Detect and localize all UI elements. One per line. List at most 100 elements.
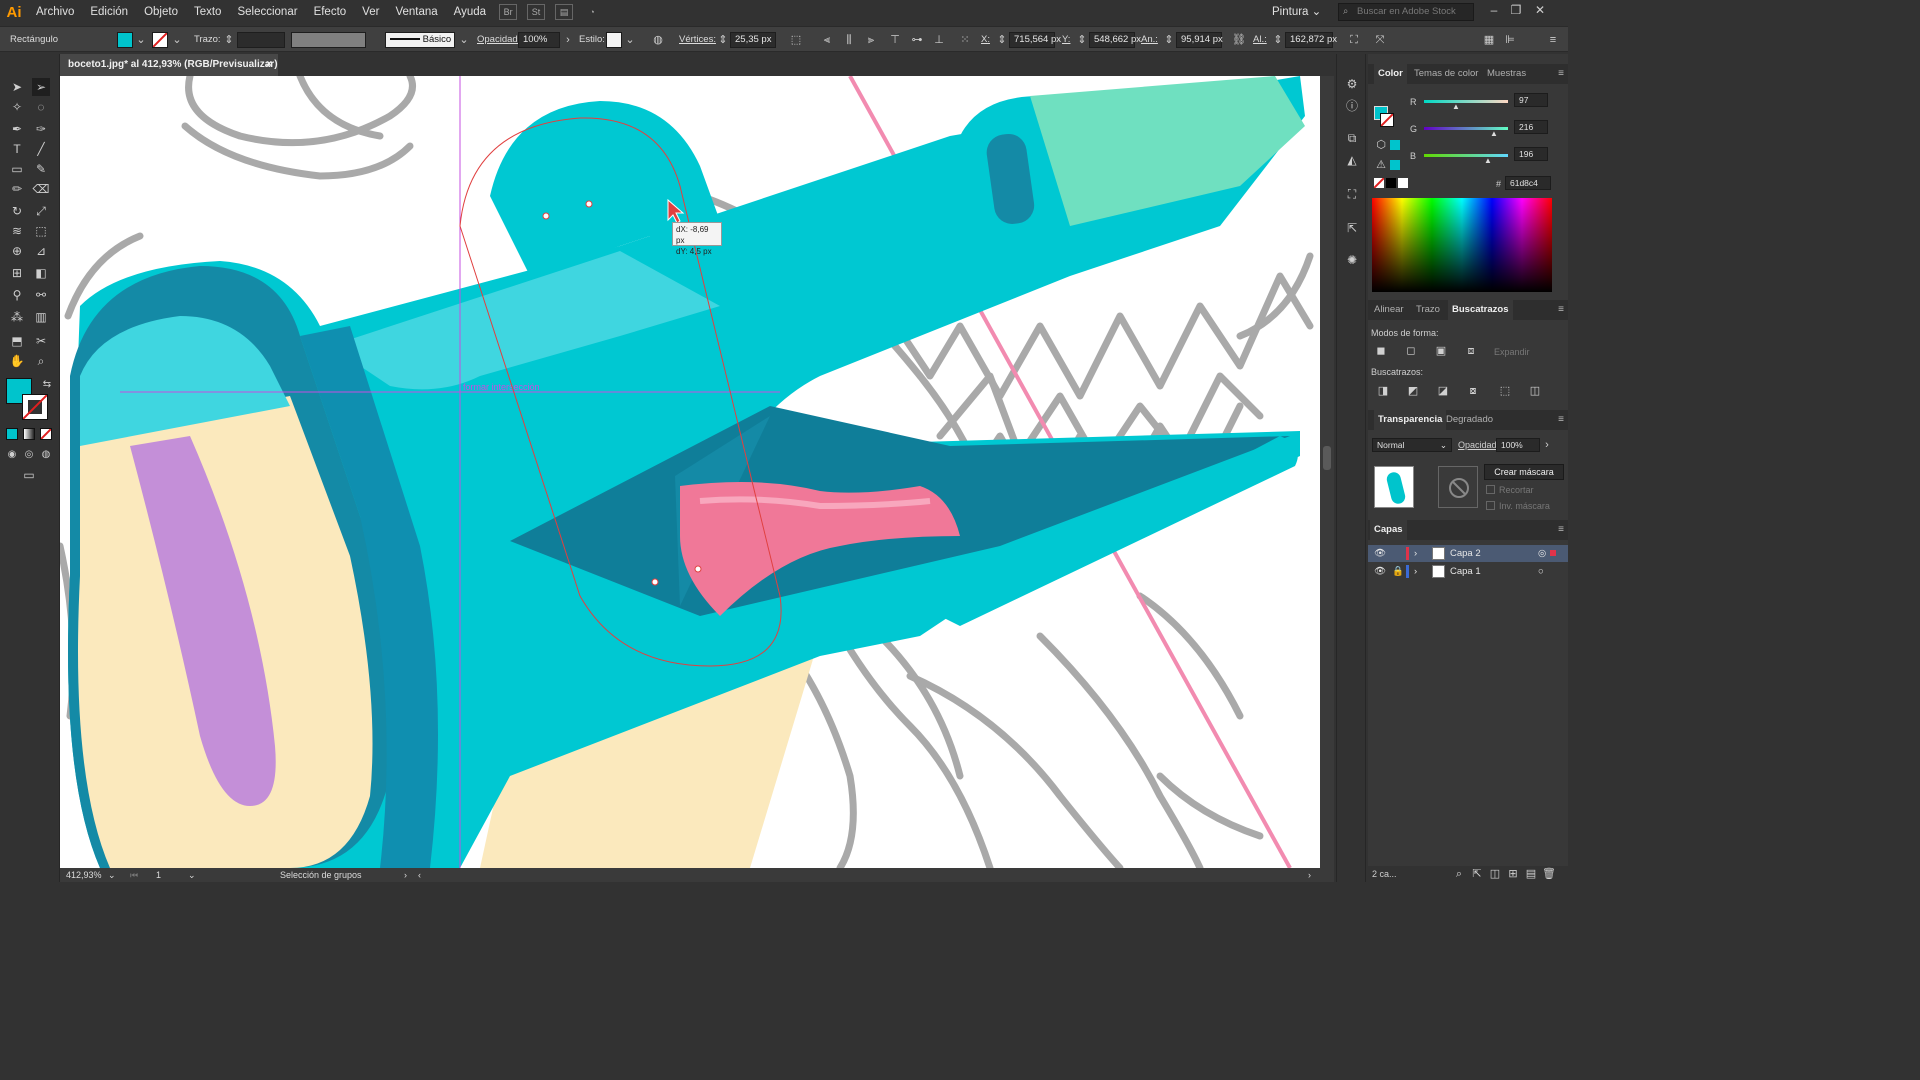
none-color-swatch[interactable]: [1373, 177, 1385, 189]
zoom-tool-icon[interactable]: ⌕: [32, 352, 50, 370]
line-tool-icon[interactable]: ╱: [32, 140, 50, 158]
artboard-canvas[interactable]: formar intersección dX: -8,69 px dY: 4,5…: [60, 76, 1320, 868]
stroke-weight-field[interactable]: [237, 32, 285, 48]
new-sublayer-icon[interactable]: ⊞: [1506, 867, 1520, 881]
stock-search-input[interactable]: ⌕ Buscar en Adobe Stock: [1338, 3, 1474, 21]
stroke-swatch[interactable]: [152, 32, 168, 48]
perspective-grid-icon[interactable]: ⊿: [32, 242, 50, 260]
reference-point-icon[interactable]: ⁙: [958, 33, 972, 47]
chevron-down-icon[interactable]: ⌄: [170, 33, 184, 47]
hex-value[interactable]: 61d8c4: [1505, 176, 1551, 190]
r-slider-thumb[interactable]: ▲: [1452, 102, 1460, 111]
menu-ver[interactable]: Ver: [354, 0, 387, 24]
symbol-sprayer-icon[interactable]: ⁂: [8, 308, 26, 326]
crop-icon[interactable]: ⧇: [1466, 384, 1480, 398]
appearance-icon[interactable]: ◭: [1344, 152, 1360, 168]
web-safe-swatch[interactable]: [1390, 140, 1400, 150]
opacity-field[interactable]: 100%: [518, 32, 560, 48]
chevron-down-icon[interactable]: ⌄: [108, 868, 116, 882]
width-tool-icon[interactable]: ≋: [8, 222, 26, 240]
divide-icon[interactable]: ◨: [1376, 384, 1390, 398]
height-label[interactable]: Al.:: [1253, 27, 1267, 53]
width-field[interactable]: 95,914 px: [1176, 32, 1223, 48]
vertices-label[interactable]: Vértices:: [679, 27, 716, 53]
target-icon[interactable]: ◎: [1538, 545, 1546, 562]
gpu-icon[interactable]: ◔: [583, 4, 601, 20]
chevron-down-icon[interactable]: ⌄: [623, 33, 637, 47]
vertices-field[interactable]: 25,35 px: [730, 32, 776, 48]
selection-tool-icon[interactable]: ➤: [8, 78, 26, 96]
close-icon[interactable]: ×: [266, 54, 272, 76]
warning-icon[interactable]: ⚠: [1374, 158, 1388, 172]
eye-icon[interactable]: 👁: [1374, 563, 1386, 580]
restore-button[interactable]: ❐: [1506, 0, 1526, 22]
slice-tool-icon[interactable]: ✂: [32, 332, 50, 350]
tab-swatches[interactable]: Muestras: [1487, 64, 1526, 84]
menu-edicion[interactable]: Edición: [82, 0, 136, 24]
panel-toggle-icon[interactable]: ⊫: [1503, 33, 1517, 47]
rectangle-tool-icon[interactable]: ▭: [8, 160, 26, 178]
color-spectrum[interactable]: [1372, 198, 1552, 292]
layer-name[interactable]: Capa 1: [1450, 563, 1481, 580]
first-artboard-icon[interactable]: ⏮: [130, 868, 138, 882]
anchor-point[interactable]: [585, 200, 593, 208]
transform-icon[interactable]: ⬚: [789, 33, 803, 47]
rotate-tool-icon[interactable]: ↻: [8, 202, 26, 220]
blend-tool-icon[interactable]: ⚯: [32, 286, 50, 304]
pen-tool-icon[interactable]: ✒: [8, 120, 26, 138]
brush-definition-field[interactable]: Básico: [385, 32, 455, 48]
blend-mode-select[interactable]: Normal ⌄: [1372, 438, 1452, 452]
chevron-left-icon[interactable]: ‹: [418, 868, 421, 882]
color-stroke-swatch[interactable]: [1380, 113, 1394, 127]
chevron-down-icon[interactable]: ⌄: [457, 33, 471, 47]
panel-menu-icon[interactable]: ≡: [1558, 300, 1564, 320]
transparency-opacity-label[interactable]: Opacidad:: [1458, 440, 1499, 450]
merge-icon[interactable]: ◪: [1436, 384, 1450, 398]
none-mode-icon[interactable]: [40, 428, 52, 440]
brushes-icon[interactable]: ✺: [1344, 252, 1360, 268]
object-thumbnail[interactable]: [1374, 466, 1414, 508]
draw-inside-icon[interactable]: ◍: [37, 446, 55, 464]
fill-swatch[interactable]: [117, 32, 133, 48]
out-of-gamut-icon[interactable]: ⬡: [1374, 138, 1388, 152]
b-slider[interactable]: [1424, 154, 1508, 157]
expand-button[interactable]: Expandir: [1494, 347, 1530, 357]
b-slider-thumb[interactable]: ▲: [1484, 156, 1492, 165]
outline-icon[interactable]: ⬚: [1498, 384, 1512, 398]
menu-efecto[interactable]: Efecto: [306, 0, 355, 24]
shape-builder-icon[interactable]: ⊕: [8, 242, 26, 260]
intersect-icon[interactable]: ▣: [1434, 344, 1448, 358]
panel-menu-icon[interactable]: ≡: [1558, 410, 1564, 430]
workspace-switcher[interactable]: Pintura ⌄: [1272, 0, 1321, 24]
scroll-thumb[interactable]: [1323, 446, 1331, 470]
export-icon[interactable]: ⇱: [1344, 220, 1360, 236]
mesh-tool-icon[interactable]: ⊞: [8, 264, 26, 282]
minimize-button[interactable]: –: [1484, 0, 1504, 22]
height-stepper-icon[interactable]: ⇕: [1271, 33, 1285, 47]
locate-object-icon[interactable]: ⌕: [1452, 867, 1466, 881]
tab-transparency[interactable]: Transparencia: [1374, 410, 1447, 430]
eyedropper-icon[interactable]: ⚲: [8, 286, 26, 304]
x-stepper-icon[interactable]: ⇕: [995, 33, 1009, 47]
color-mode-icon[interactable]: [6, 428, 18, 440]
tab-color[interactable]: Color: [1374, 64, 1407, 84]
transparency-opacity-field[interactable]: 100%: [1496, 438, 1540, 452]
stock-icon[interactable]: St: [527, 4, 546, 20]
layer-row[interactable]: 👁 › Capa 2 ◎: [1368, 545, 1568, 562]
x-field[interactable]: 715,564 px: [1009, 32, 1061, 48]
r-value[interactable]: 97: [1514, 93, 1548, 107]
minus-back-icon[interactable]: ◫: [1528, 384, 1542, 398]
isolate-icon[interactable]: ⛶: [1347, 33, 1361, 47]
vertices-stepper-icon[interactable]: ⇕: [716, 33, 730, 47]
align-left-icon[interactable]: ⫷: [820, 33, 834, 47]
eye-icon[interactable]: 👁: [1374, 545, 1386, 562]
tab-color-themes[interactable]: Temas de color: [1414, 64, 1478, 84]
minus-front-icon[interactable]: ◻: [1404, 344, 1418, 358]
menu-objeto[interactable]: Objeto: [136, 0, 186, 24]
menu-texto[interactable]: Texto: [186, 0, 230, 24]
chevron-right-icon[interactable]: ›: [1308, 868, 1311, 882]
lasso-icon[interactable]: ◌: [32, 98, 50, 116]
opacity-label[interactable]: Opacidad:: [477, 27, 520, 53]
r-slider[interactable]: [1424, 100, 1508, 103]
g-value[interactable]: 216: [1514, 120, 1548, 134]
